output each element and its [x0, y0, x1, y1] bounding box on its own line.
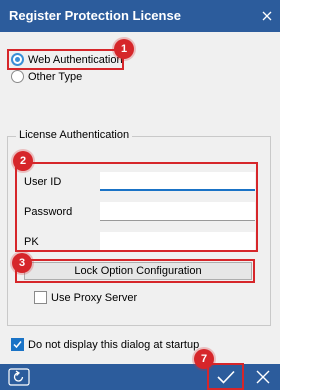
- pk-field[interactable]: [100, 232, 255, 251]
- do-not-display-checkbox[interactable]: Do not display this dialog at startup: [11, 337, 199, 352]
- title-bar: Register Protection License: [0, 0, 280, 32]
- radio-label-other-type: Other Type: [28, 70, 83, 83]
- checkmark-icon: [217, 370, 235, 384]
- title-close-button[interactable]: [254, 0, 280, 32]
- close-icon: [262, 11, 272, 21]
- radio-selected-indicator: [11, 53, 24, 66]
- reset-icon: [8, 368, 30, 386]
- step-badge-3: 3: [12, 253, 32, 273]
- step-badge-1: 1: [114, 39, 134, 59]
- password-field[interactable]: [100, 202, 255, 221]
- confirm-button[interactable]: [210, 364, 242, 390]
- lock-option-configuration-button[interactable]: Lock Option Configuration: [24, 262, 252, 280]
- do-not-display-label: Do not display this dialog at startup: [28, 338, 200, 351]
- cancel-button[interactable]: [248, 364, 278, 390]
- license-auth-group-title: License Authentication: [16, 129, 133, 141]
- checkmark-icon: [13, 341, 22, 349]
- step-badge-2: 2: [13, 151, 33, 171]
- use-proxy-server-label: Use Proxy Server: [51, 291, 138, 304]
- radio-other-type[interactable]: Other Type: [11, 69, 82, 84]
- reset-button[interactable]: [2, 364, 36, 390]
- checkbox-checked-box: [11, 338, 24, 351]
- window-title: Register Protection License: [9, 8, 181, 23]
- pk-label: PK: [24, 236, 39, 248]
- radio-label-web-authentication: Web Authentication: [28, 53, 123, 66]
- radio-unselected-indicator: [11, 70, 24, 83]
- password-label: Password: [24, 206, 73, 218]
- radio-web-authentication[interactable]: Web Authentication: [11, 52, 123, 67]
- user-id-field[interactable]: [100, 172, 255, 191]
- user-id-label: User ID: [24, 176, 62, 188]
- use-proxy-server-checkbox[interactable]: Use Proxy Server: [34, 290, 137, 305]
- bottom-toolbar: [0, 364, 280, 390]
- close-icon: [256, 370, 270, 384]
- register-license-dialog: Register Protection License Web Authenti…: [0, 0, 280, 390]
- step-badge-7: 7: [194, 349, 214, 369]
- checkbox-box: [34, 291, 47, 304]
